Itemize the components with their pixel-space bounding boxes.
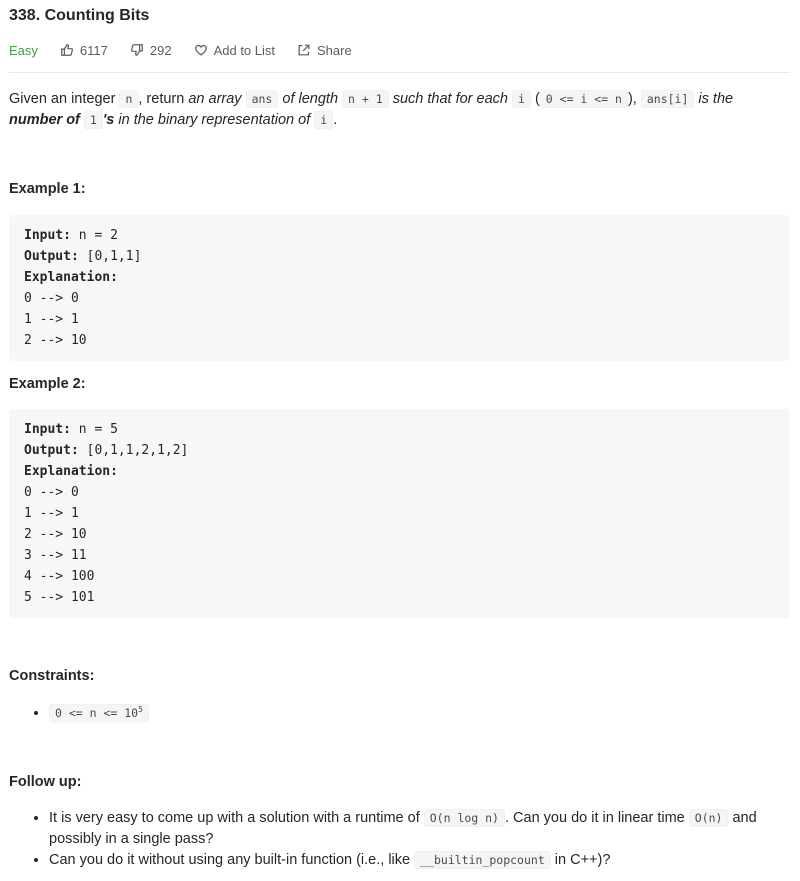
add-to-list-label: Add to List	[213, 42, 276, 58]
followup-text: Can you do it without using any built-in…	[49, 852, 415, 868]
example-1-heading: Example 1:	[9, 181, 86, 197]
desc-strong: 's	[102, 112, 115, 128]
desc-emphasis: such that for each	[388, 91, 512, 107]
inline-code: 1	[83, 111, 103, 129]
constraints-list: 0 <= n <= 105	[9, 703, 790, 724]
like-button[interactable]: 6117	[60, 43, 108, 58]
constraint-exponent: 5	[138, 705, 143, 715]
explanation-label: Explanation:	[24, 464, 118, 479]
constraint-base: 0 <= n <= 10	[55, 706, 139, 720]
inline-code: ans	[245, 90, 279, 108]
desc-text: ),	[627, 91, 641, 107]
followup-text: in C++)?	[550, 852, 611, 868]
input-value: n = 2	[70, 228, 118, 243]
output-label: Output:	[24, 443, 79, 458]
example-explanation-line: Explanation:	[24, 461, 775, 482]
example-output-line: Output: [0,1,1,2,1,2]	[24, 440, 775, 461]
example-input-line: Input: n = 2	[24, 225, 775, 246]
output-label: Output:	[24, 249, 79, 264]
heart-icon	[194, 44, 207, 56]
inline-code: ans[i]	[640, 90, 695, 108]
output-value: [0,1,1]	[78, 249, 142, 264]
inline-code: i	[314, 111, 334, 129]
followup-item: Can you do it without using any built-in…	[49, 850, 790, 871]
followup-item: It is very easy to come up with a soluti…	[49, 808, 790, 850]
explanation-line: 2 --> 10	[24, 333, 87, 348]
explanation-label: Explanation:	[24, 270, 118, 285]
explanation-line: 1 --> 1	[24, 506, 79, 521]
example-input-line: Input: n = 5	[24, 419, 775, 440]
header-divider	[9, 72, 790, 73]
example-1-block: Input: n = 2 Output: [0,1,1] Explanation…	[9, 215, 790, 361]
desc-strong: number of	[9, 112, 84, 128]
share-label: Share	[317, 42, 352, 58]
example-explanation-line: Explanation:	[24, 267, 775, 288]
followup-text: . Can you do it in linear time	[505, 810, 689, 826]
example-2-block: Input: n = 5 Output: [0,1,1,2,1,2] Expla…	[9, 409, 790, 618]
inline-code: n + 1	[342, 90, 389, 108]
desc-text: (	[530, 91, 540, 107]
share-icon	[298, 44, 310, 56]
inline-code: O(n)	[688, 809, 729, 827]
example-2-heading: Example 2:	[9, 376, 86, 392]
add-to-list-button[interactable]: Add to List	[194, 43, 275, 58]
inline-code: 0 <= i <= n	[539, 90, 628, 108]
problem-description: Given an integer n, return an array ans …	[9, 89, 790, 131]
desc-text: , return	[138, 91, 189, 107]
followup-list: It is very easy to come up with a soluti…	[9, 808, 790, 871]
share-button[interactable]: Share	[297, 43, 352, 58]
input-label: Input:	[24, 228, 71, 243]
input-label: Input:	[24, 422, 71, 437]
desc-emphasis: an array	[188, 91, 246, 107]
desc-emphasis: of length	[278, 91, 343, 107]
explanation-line: 1 --> 1	[24, 312, 79, 327]
desc-emphasis: in the binary representation of	[114, 112, 315, 128]
explanation-line: 0 --> 0	[24, 485, 79, 500]
problem-meta-bar: Easy 6117 292 Add to List Share	[9, 41, 374, 59]
explanation-line: 5 --> 101	[24, 590, 95, 605]
thumbs-down-icon	[130, 44, 143, 56]
dislike-button[interactable]: 292	[130, 43, 172, 58]
explanation-line: 0 --> 0	[24, 291, 79, 306]
desc-text: .	[333, 112, 338, 128]
inline-code: O(n log n)	[423, 809, 505, 827]
explanation-line: 3 --> 11	[24, 548, 87, 563]
constraints-heading: Constraints:	[9, 668, 95, 684]
difficulty-badge: Easy	[9, 42, 38, 58]
explanation-line: 4 --> 100	[24, 569, 95, 584]
thumbs-up-icon	[61, 44, 73, 56]
explanation-line: 2 --> 10	[24, 527, 87, 542]
inline-code: i	[512, 90, 531, 108]
example-output-line: Output: [0,1,1]	[24, 246, 775, 267]
followup-heading: Follow up:	[9, 774, 82, 790]
desc-text: Given an integer	[9, 91, 120, 107]
constraint-item: 0 <= n <= 105	[49, 703, 790, 724]
inline-code: __builtin_popcount	[414, 851, 551, 869]
like-count: 6117	[79, 42, 108, 58]
inline-code: n	[119, 90, 139, 108]
output-value: [0,1,1,2,1,2]	[78, 443, 189, 458]
problem-title: 338. Counting Bits	[9, 7, 150, 24]
input-value: n = 5	[70, 422, 118, 437]
inline-code: 0 <= n <= 105	[49, 704, 149, 722]
dislike-count: 292	[149, 42, 172, 58]
desc-emphasis: is the	[694, 91, 734, 107]
followup-text: It is very easy to come up with a soluti…	[49, 810, 424, 826]
